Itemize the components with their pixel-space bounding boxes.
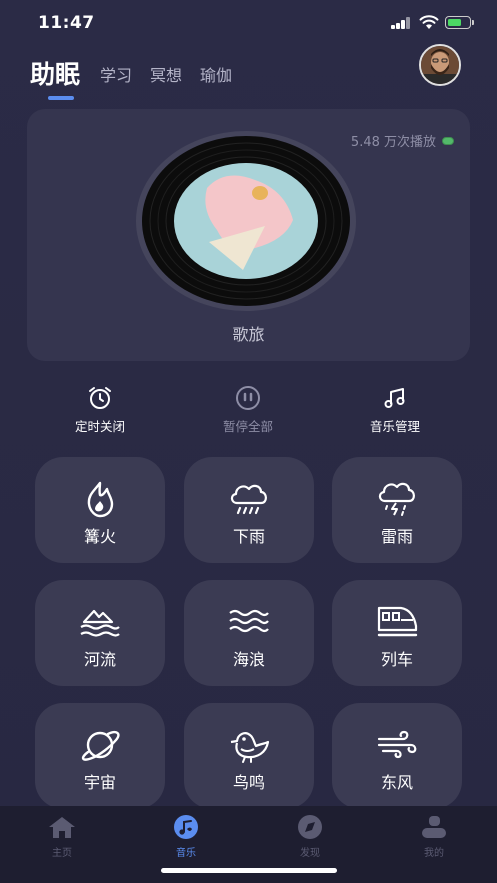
sound-label: 下雨 (232, 527, 265, 546)
nav-label: 发现 (300, 848, 320, 859)
music-icon (174, 815, 198, 839)
vinyl-record-icon[interactable] (135, 130, 357, 312)
active-tab-indicator (48, 96, 74, 100)
thunderstorm-icon (378, 482, 415, 516)
tab-sleep[interactable]: 助眠 (30, 60, 81, 100)
wind-icon (377, 730, 417, 759)
sound-tile-rain[interactable]: 下雨 (184, 457, 314, 563)
play-count: 5.48 万次播放 (351, 131, 454, 150)
sound-label: 宇宙 (83, 773, 116, 792)
pause-all-label: 暂停全部 (222, 419, 273, 434)
alarm-clock-icon (89, 387, 111, 409)
tab-yoga[interactable]: 瑜伽 (200, 66, 232, 92)
wifi-icon (419, 15, 439, 29)
tab-label: 助眠 (30, 60, 81, 89)
tab-meditation[interactable]: 冥想 (150, 66, 182, 92)
sound-label: 列车 (380, 650, 413, 669)
sound-label: 篝火 (83, 527, 116, 546)
timer-off-label: 定时关闭 (74, 419, 125, 434)
play-count-text: 5.48 万次播放 (350, 135, 436, 150)
song-title: 歌旅 (232, 325, 265, 344)
pause-all-button[interactable]: 暂停全部 (188, 385, 308, 435)
home-indicator[interactable] (161, 868, 337, 873)
train-icon (377, 606, 418, 637)
sound-label: 鸟鸣 (232, 773, 265, 792)
nav-profile[interactable]: 我的 (394, 814, 474, 859)
sound-label: 河流 (83, 650, 116, 669)
tab-study[interactable]: 学习 (100, 66, 132, 92)
sound-label: 海浪 (232, 650, 265, 669)
music-manage-label: 音乐管理 (369, 419, 420, 434)
profile-icon (422, 816, 446, 838)
sound-tile-train[interactable]: 列车 (332, 580, 462, 686)
home-icon (49, 817, 75, 838)
sound-tile-river[interactable]: 河流 (35, 580, 165, 686)
nav-music[interactable]: 音乐 (146, 814, 226, 859)
compass-icon (298, 815, 322, 839)
status-bar: 11:47 (0, 0, 497, 44)
category-tabs: 助眠 学习 冥想 瑜伽 (30, 52, 250, 100)
nav-label: 音乐 (176, 848, 196, 859)
avatar-image (421, 46, 459, 84)
pause-circle-icon (236, 386, 260, 410)
sound-tile-east-wind[interactable]: 东风 (332, 703, 462, 809)
nav-discover[interactable]: 发现 (270, 814, 350, 859)
sound-tile-bonfire[interactable]: 篝火 (35, 457, 165, 563)
sound-tile-bird[interactable]: 鸟鸣 (184, 703, 314, 809)
timer-off-button[interactable]: 定时关闭 (40, 385, 160, 435)
sound-tile-thunderstorm[interactable]: 雷雨 (332, 457, 462, 563)
app-screen: 11:47 助眠 学习 冥想 瑜伽 5.48 万次播放 歌旅 定时关闭 暂停全部… (0, 0, 497, 883)
bonfire-icon (87, 481, 114, 518)
battery-icon (445, 16, 474, 29)
nav-label: 我的 (424, 848, 444, 859)
playback-controls: 定时关闭 暂停全部 音乐管理 (30, 385, 470, 435)
music-manage-button[interactable]: 音乐管理 (335, 385, 455, 435)
avatar[interactable] (419, 44, 461, 86)
status-time: 11:47 (38, 13, 95, 33)
planet-icon (81, 731, 120, 761)
sound-tile-waves[interactable]: 海浪 (184, 580, 314, 686)
sound-tile-universe[interactable]: 宇宙 (35, 703, 165, 809)
rain-icon (230, 484, 267, 515)
nav-label: 主页 (52, 848, 72, 859)
status-dot-icon (442, 136, 454, 145)
sound-label: 雷雨 (380, 527, 413, 546)
music-note-icon (384, 388, 405, 408)
cellular-signal-icon (391, 17, 413, 29)
waves-icon (229, 609, 269, 633)
bird-icon (230, 732, 270, 763)
nav-home[interactable]: 主页 (22, 814, 102, 859)
sound-label: 东风 (380, 773, 413, 792)
river-icon (80, 609, 120, 637)
now-playing-card[interactable]: 5.48 万次播放 歌旅 (27, 109, 470, 361)
